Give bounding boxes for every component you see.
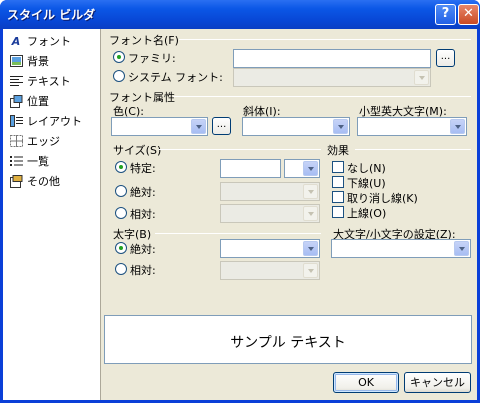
chevron-down-icon (303, 241, 318, 256)
bold-absolute-dropdown[interactable] (220, 239, 320, 258)
capitalization-dropdown[interactable] (331, 239, 471, 258)
edge-icon (9, 134, 23, 148)
chevron-down-icon (303, 161, 318, 176)
system-font-label: システム フォント: (128, 71, 223, 84)
close-button[interactable]: ✕ (458, 4, 479, 25)
list-icon (9, 154, 23, 168)
divider (173, 96, 471, 97)
divider (155, 233, 321, 234)
color-dropdown[interactable] (111, 117, 208, 136)
effect-none-label: なし(N) (347, 162, 386, 175)
chevron-down-icon (191, 119, 206, 134)
divider (159, 149, 321, 150)
sample-preview: サンプル テキスト (104, 315, 472, 364)
size-relative-label: 相対: (130, 208, 156, 221)
color-browse-button[interactable]: ... (212, 117, 231, 135)
bold-absolute-radio[interactable] (115, 242, 127, 254)
effect-overline-checkbox[interactable] (332, 206, 344, 218)
bold-relative-label: 相対: (130, 264, 156, 277)
title-bar[interactable]: スタイル ビルダ ? ✕ (0, 0, 480, 29)
size-relative-radio[interactable] (115, 207, 127, 219)
sidebar-item-edge[interactable]: エッジ (9, 132, 97, 150)
divider (355, 149, 471, 150)
sidebar-item-label: フォント (27, 35, 71, 48)
size-specific-input[interactable] (220, 159, 281, 178)
bold-absolute-label: 絶対: (130, 243, 156, 256)
italic-dropdown[interactable] (242, 117, 350, 136)
bold-relative-dropdown[interactable] (220, 261, 320, 280)
sidebar-item-label: テキスト (27, 75, 71, 88)
chevron-down-icon (303, 206, 318, 221)
font-name-group-label: フォント名(F) (109, 34, 179, 47)
sidebar-item-layout[interactable]: レイアウト (9, 112, 97, 130)
sidebar-item-label: レイアウト (27, 115, 82, 128)
font-icon: A (11, 34, 21, 48)
style-builder-window: スタイル ビルダ ? ✕ A フォント 背景 テキスト 位置 レイアウト エッジ… (0, 0, 480, 403)
chevron-down-icon (303, 184, 318, 199)
small-caps-dropdown[interactable] (357, 117, 467, 136)
family-browse-button[interactable]: ... (436, 49, 455, 67)
sidebar-item-list[interactable]: 一覧 (9, 152, 97, 170)
size-unit-dropdown[interactable] (284, 159, 320, 178)
size-absolute-radio[interactable] (115, 185, 127, 197)
effect-underline-label: 下線(U) (347, 177, 386, 190)
system-font-dropdown[interactable] (233, 68, 431, 87)
chevron-down-icon (450, 119, 465, 134)
size-specific-radio[interactable] (115, 161, 127, 173)
effect-strikethrough-checkbox[interactable] (332, 191, 344, 203)
size-absolute-dropdown[interactable] (220, 182, 320, 201)
sidebar-item-label: その他 (27, 175, 60, 188)
sidebar-item-label: エッジ (27, 135, 60, 148)
help-button[interactable]: ? (435, 4, 456, 25)
size-group-label: サイズ(S) (113, 144, 162, 157)
bold-group-label: 太字(B) (113, 228, 152, 241)
ok-button[interactable]: OK (333, 372, 399, 393)
dialog-body: A フォント 背景 テキスト 位置 レイアウト エッジ 一覧 その他 フォント名… (3, 29, 477, 400)
cancel-button[interactable]: キャンセル (404, 372, 471, 393)
bold-relative-radio[interactable] (115, 263, 127, 275)
family-label: ファミリ: (128, 52, 176, 65)
sidebar-item-background[interactable]: 背景 (9, 52, 97, 70)
other-icon (9, 174, 23, 188)
family-radio[interactable] (113, 51, 125, 63)
chevron-down-icon (454, 241, 469, 256)
size-specific-label: 特定: (130, 162, 156, 175)
divider (179, 39, 471, 40)
chevron-down-icon (414, 70, 429, 85)
sidebar-item-label: 背景 (27, 55, 49, 68)
sidebar-item-position[interactable]: 位置 (9, 92, 97, 110)
effects-group-label: 効果 (327, 144, 349, 157)
size-absolute-label: 絶対: (130, 186, 156, 199)
effect-none-checkbox[interactable] (332, 161, 344, 173)
layout-icon (9, 114, 23, 128)
text-icon (9, 74, 23, 88)
family-input[interactable] (233, 49, 431, 68)
background-icon (9, 54, 23, 68)
chevron-down-icon (333, 119, 348, 134)
sidebar-item-label: 一覧 (27, 155, 49, 168)
sidebar-item-font[interactable]: A フォント (9, 32, 97, 50)
window-title: スタイル ビルダ (7, 8, 96, 22)
chevron-down-icon (303, 263, 318, 278)
sidebar-item-text[interactable]: テキスト (9, 72, 97, 90)
effect-underline-checkbox[interactable] (332, 176, 344, 188)
size-relative-dropdown[interactable] (220, 204, 320, 223)
position-icon (9, 94, 23, 108)
system-font-radio[interactable] (113, 70, 125, 82)
sample-text: サンプル テキスト (230, 335, 346, 351)
effect-strikethrough-label: 取り消し線(K) (347, 192, 418, 205)
sidebar-item-label: 位置 (27, 95, 49, 108)
effect-overline-label: 上線(O) (347, 207, 387, 220)
sidebar-item-other[interactable]: その他 (9, 172, 97, 190)
category-sidebar: A フォント 背景 テキスト 位置 レイアウト エッジ 一覧 その他 (3, 29, 101, 400)
